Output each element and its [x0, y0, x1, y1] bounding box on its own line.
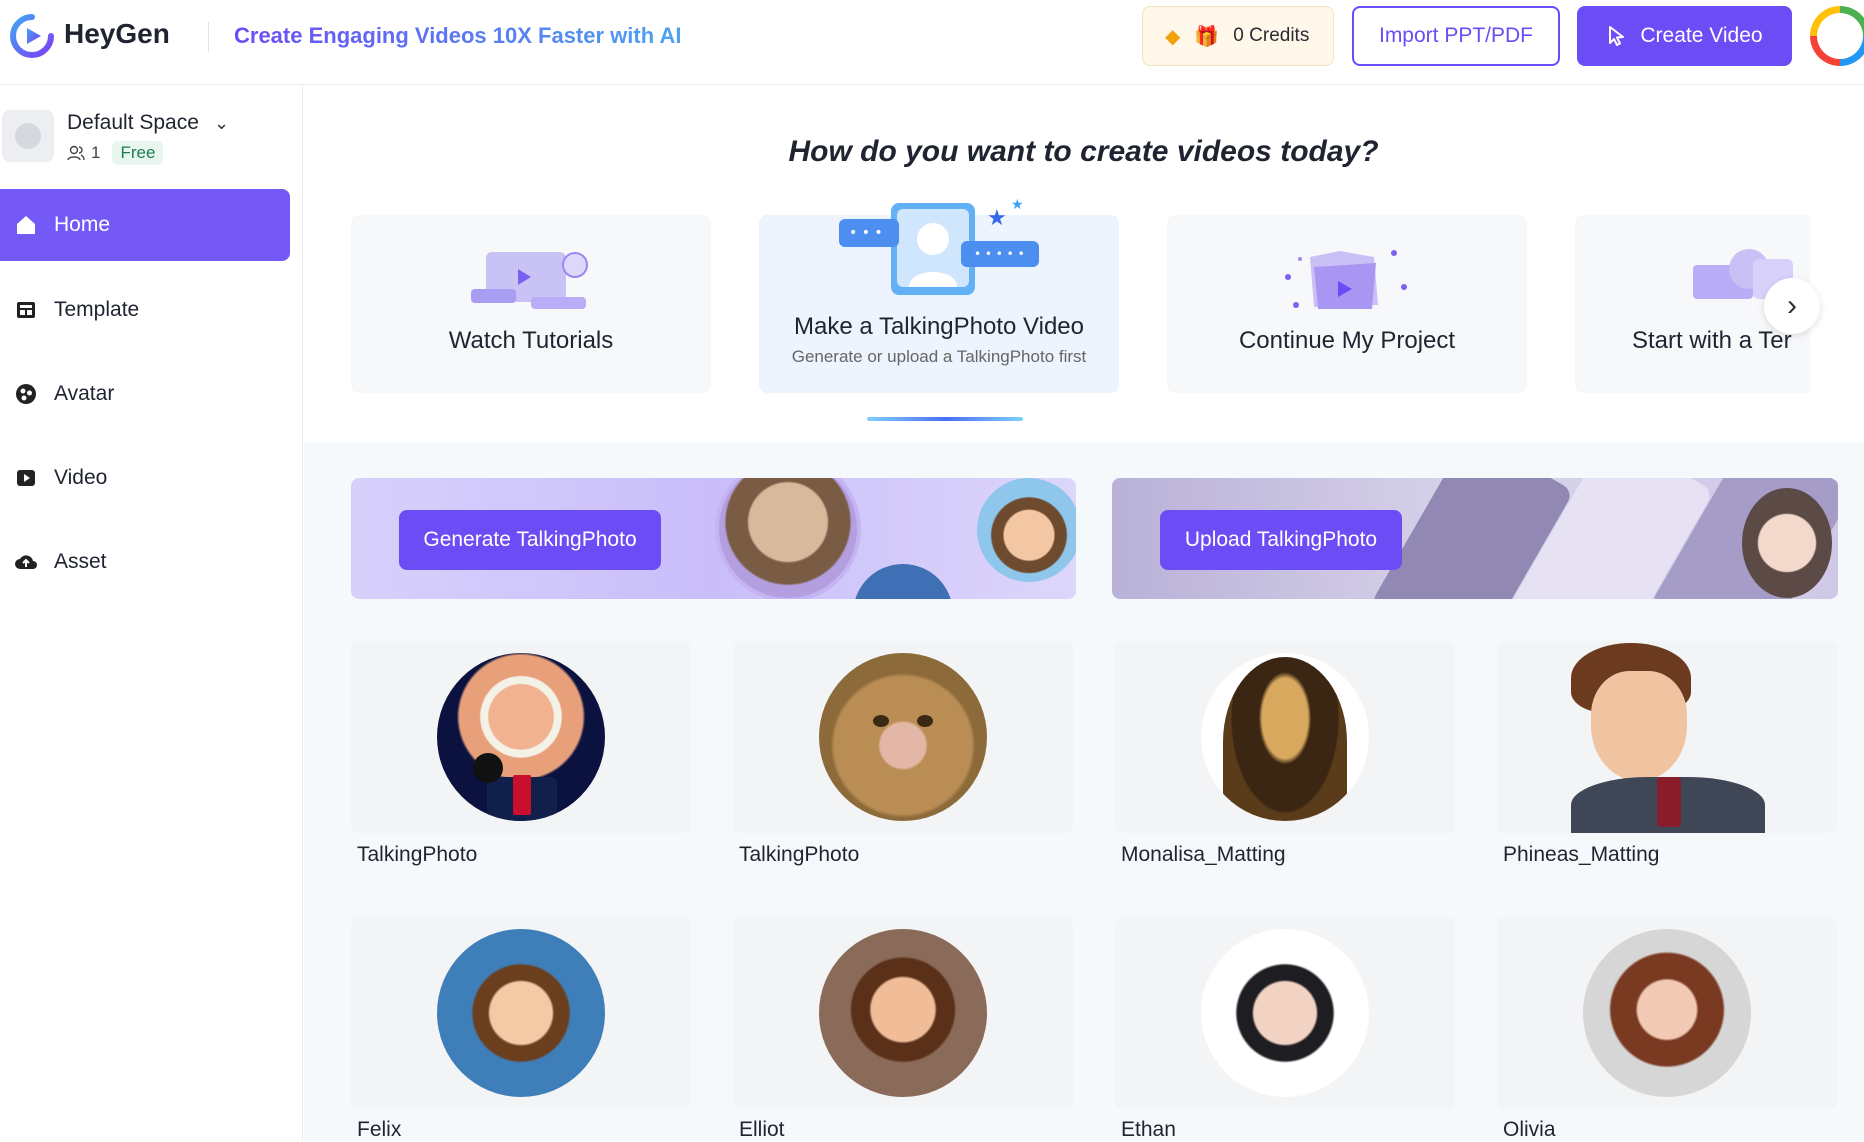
- photo-thumbnail: [819, 653, 987, 821]
- photo-card[interactable]: [1115, 917, 1455, 1109]
- upload-talkingphoto-button[interactable]: Upload TalkingPhoto: [1160, 510, 1402, 570]
- photo-name: TalkingPhoto: [357, 843, 478, 866]
- sidebar-item-asset[interactable]: Asset: [0, 526, 290, 598]
- carousel-indicator: [867, 417, 1023, 421]
- photo-card[interactable]: [351, 641, 691, 833]
- sidebar-item-label: Video: [54, 466, 108, 489]
- space-name[interactable]: Default Space: [67, 111, 199, 135]
- photo-card[interactable]: [1497, 641, 1837, 833]
- sidebar-item-label: Template: [54, 298, 140, 321]
- tutorial-illustration: [471, 252, 588, 309]
- card-title: Continue My Project: [1238, 327, 1456, 354]
- photo-name: Phineas_Matting: [1503, 843, 1660, 866]
- cursor-icon: [1609, 26, 1625, 46]
- video-icon: [14, 466, 38, 490]
- plan-badge: Free: [112, 141, 164, 165]
- avatar-decoration: [1742, 488, 1832, 598]
- photo-name: Olivia: [1503, 1118, 1556, 1141]
- import-ppt-pdf-button[interactable]: Import PPT/PDF: [1352, 6, 1560, 66]
- photo-card[interactable]: [1497, 917, 1837, 1109]
- card-title: Make a TalkingPhoto Video: [794, 313, 1084, 340]
- svg-text:★: ★: [987, 206, 1007, 231]
- credits-count: 0 Credits: [1233, 25, 1310, 46]
- sidebar: Default Space ⌄ 1 Free Home Template Ava…: [0, 85, 303, 1141]
- home-icon: [14, 213, 38, 237]
- create-video-button[interactable]: Create Video: [1577, 6, 1792, 66]
- photo-card[interactable]: [733, 641, 1073, 833]
- gift-icon: 🎁: [1194, 25, 1220, 48]
- photo-thumbnail: [1201, 929, 1369, 1097]
- card-title: Start with a Ter: [1632, 327, 1792, 354]
- top-header: HeyGen Create Engaging Videos 10X Faster…: [0, 0, 1864, 85]
- chevron-down-icon[interactable]: ⌄: [214, 113, 229, 134]
- card-title: Watch Tutorials: [448, 327, 614, 354]
- sidebar-item-avatar[interactable]: Avatar: [0, 358, 290, 430]
- create-video-label: Create Video: [1640, 24, 1763, 47]
- sidebar-item-video[interactable]: Video: [0, 442, 290, 514]
- heygen-logo[interactable]: [10, 14, 54, 58]
- carousel-next-button[interactable]: ›: [1764, 278, 1820, 334]
- diamond-icon: ◆: [1165, 25, 1181, 48]
- brand-name[interactable]: HeyGen: [64, 18, 170, 50]
- card-make-talkingphoto[interactable]: • • • • • • • • ★ ★ Make a TalkingPhoto …: [759, 197, 1119, 393]
- photo-thumbnail: [1201, 653, 1369, 821]
- sidebar-item-label: Home: [54, 213, 111, 236]
- member-count: 1: [91, 143, 101, 162]
- avatar-decoration: [715, 478, 861, 599]
- header-divider: [208, 22, 209, 52]
- svg-text:• • •: • • •: [849, 225, 883, 241]
- photo-name: TalkingPhoto: [739, 843, 860, 866]
- card-subtitle: Generate or upload a TalkingPhoto first: [791, 347, 1087, 366]
- avatar-decoration: [853, 564, 953, 599]
- talkingphoto-illustration: • • • • • • • • ★ ★: [839, 197, 1039, 295]
- sidebar-item-label: Asset: [54, 550, 107, 573]
- credits-badge[interactable]: ◆ 🎁 0 Credits: [1142, 6, 1334, 66]
- sidebar-item-template[interactable]: Template: [0, 274, 290, 346]
- generate-talkingphoto-button[interactable]: Generate TalkingPhoto: [399, 510, 661, 570]
- cloud-upload-icon: [14, 550, 38, 574]
- sidebar-item-label: Avatar: [54, 382, 115, 405]
- space-thumbnail[interactable]: [2, 110, 54, 162]
- photo-card[interactable]: [351, 917, 691, 1109]
- space-meta: 1 Free: [67, 141, 164, 165]
- photo-name: Elliot: [739, 1118, 785, 1141]
- card-watch-tutorials[interactable]: Watch Tutorials: [351, 215, 711, 393]
- photo-card[interactable]: [1115, 641, 1455, 833]
- svg-text:★: ★: [1011, 197, 1024, 213]
- tagline: Create Engaging Videos 10X Faster with A…: [234, 23, 682, 48]
- user-avatar[interactable]: [1810, 6, 1864, 66]
- photo-thumbnail: [1583, 929, 1751, 1097]
- photo-name: Monalisa_Matting: [1121, 843, 1286, 866]
- sidebar-item-home[interactable]: Home: [0, 189, 290, 261]
- avatar-icon: [14, 382, 38, 406]
- chevron-right-icon: ›: [1787, 289, 1797, 322]
- template-icon: [14, 298, 38, 322]
- avatar-decoration: [977, 478, 1076, 582]
- photo-thumbnail: [819, 929, 987, 1097]
- folder-illustration: [1285, 250, 1407, 309]
- photo-name: Ethan: [1121, 1118, 1176, 1141]
- svg-text:• • • • •: • • • • •: [974, 247, 1025, 261]
- photo-card[interactable]: [733, 917, 1073, 1109]
- card-continue-project[interactable]: Continue My Project: [1167, 215, 1527, 393]
- photo-thumbnail: [437, 653, 605, 821]
- photo-thumbnail: [437, 929, 605, 1097]
- photo-name: Felix: [357, 1118, 402, 1141]
- members-icon: [67, 145, 85, 161]
- page-heading: How do you want to create videos today?: [788, 135, 1379, 168]
